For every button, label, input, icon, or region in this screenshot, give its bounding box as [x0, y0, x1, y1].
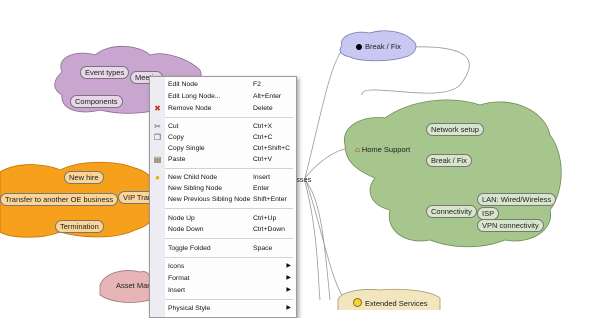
node-break-fix-inner[interactable]: Break / Fix: [426, 154, 472, 167]
menu-item-new-previous-sibling-node[interactable]: New Previous Sibling Node Shift+Enter: [150, 194, 296, 205]
submenu-arrow-icon: ▶: [286, 287, 291, 293]
node-extended-services[interactable]: Extended Services: [349, 297, 432, 309]
menu-item-label: Icons: [168, 263, 185, 270]
menu-item-label: Edit Node: [168, 81, 198, 88]
menu-item-icons[interactable]: Icons ▶: [150, 261, 296, 272]
menu-item-shortcut: Enter: [253, 185, 270, 192]
menu-item-node-up[interactable]: Node Up Ctrl+Up: [150, 213, 296, 224]
node-lan[interactable]: LAN: Wired/Wireless: [477, 193, 557, 206]
center-node-partial[interactable]: sses: [296, 175, 311, 184]
menu-item-shortcut: Ctrl+C: [253, 134, 273, 141]
menu-item-insert[interactable]: Insert ▶: [150, 285, 296, 296]
menu-item-copy[interactable]: ❐ Copy Ctrl+C: [150, 132, 296, 143]
menu-item-label: Remove Node: [168, 105, 212, 112]
menu-item-shortcut: Delete: [253, 105, 273, 112]
node-network-setup[interactable]: Network setup: [426, 123, 484, 136]
menu-item-label: Toggle Folded: [168, 245, 211, 252]
remove-icon: ✖: [154, 104, 161, 113]
submenu-arrow-icon: ▶: [286, 275, 291, 281]
menu-separator: [165, 117, 293, 118]
menu-item-toggle-folded[interactable]: Toggle Folded Space: [150, 243, 296, 254]
smiley-icon: [353, 298, 362, 307]
menu-item-label: New Child Node: [168, 174, 218, 181]
menu-item-shortcut: Ctrl+Down: [253, 226, 285, 233]
node-transfer[interactable]: Transfer to another OE business: [0, 193, 119, 206]
copy-icon: ❐: [153, 133, 162, 142]
menu-item-shortcut: Ctrl+Shift+C: [253, 145, 291, 152]
menu-item-shortcut: Space: [253, 245, 273, 252]
menu-separator: [165, 208, 293, 209]
menu-item-edit-long-node[interactable]: Edit Long Node... Alt+Enter: [150, 91, 296, 102]
mindmap-canvas[interactable]: [0, 0, 600, 310]
node-break-fix-top[interactable]: Break / Fix: [352, 41, 405, 52]
submenu-arrow-icon: ▶: [286, 263, 291, 269]
menu-item-remove-node[interactable]: ✖ Remove Node Delete: [150, 103, 296, 114]
menu-item-cut[interactable]: ✂ Cut Ctrl+X: [150, 121, 296, 132]
menu-item-label: Paste: [168, 156, 186, 163]
menu-item-format[interactable]: Format ▶: [150, 273, 296, 284]
paste-icon: ▤: [153, 155, 162, 164]
menu-item-shortcut: Ctrl+X: [253, 123, 273, 130]
menu-item-paste[interactable]: ▤ Paste Ctrl+V: [150, 154, 296, 165]
menu-separator: [165, 257, 293, 258]
node-connectivity[interactable]: Connectivity: [426, 205, 477, 218]
menu-item-copy-single[interactable]: Copy Single Ctrl+Shift+C: [150, 143, 296, 154]
scissors-icon: ✂: [154, 122, 161, 131]
menu-item-label: Copy Single: [168, 145, 205, 152]
menu-item-edit-node[interactable]: Edit Node F2: [150, 79, 296, 90]
extended-services-label: Extended Services: [365, 299, 428, 308]
menu-item-label: New Previous Sibling Node: [168, 196, 251, 203]
break-fix-label: Break / Fix: [365, 42, 401, 51]
node-event-types[interactable]: Event types: [80, 66, 130, 79]
menu-item-shortcut: Shift+Enter: [253, 196, 287, 203]
submenu-arrow-icon: ▶: [286, 305, 291, 311]
menu-separator: [165, 168, 293, 169]
menu-item-shortcut: Insert: [253, 174, 270, 181]
menu-item-shortcut: Alt+Enter: [253, 93, 282, 100]
context-menu[interactable]: Edit Node F2 Edit Long Node... Alt+Enter…: [149, 76, 297, 318]
menu-item-label: New Sibling Node: [168, 185, 223, 192]
menu-item-label: Copy: [168, 134, 184, 141]
menu-item-label: Edit Long Node...: [168, 93, 221, 100]
menu-item-shortcut: Ctrl+Up: [253, 215, 277, 222]
menu-item-label: Insert: [168, 287, 185, 294]
node-components[interactable]: Components: [70, 95, 123, 108]
menu-item-label: Node Up: [168, 215, 195, 222]
menu-item-physical-style[interactable]: Physical Style ▶: [150, 303, 296, 314]
house-icon: ⌂: [355, 145, 360, 154]
menu-item-label: Format: [168, 275, 190, 282]
menu-item-shortcut: Ctrl+V: [253, 156, 273, 163]
node-new-hire[interactable]: New hire: [64, 171, 104, 184]
menu-item-shortcut: F2: [253, 81, 261, 88]
menu-item-label: Physical Style: [168, 305, 211, 312]
node-termination[interactable]: Termination: [55, 220, 104, 233]
home-support-label: Home Support: [361, 145, 411, 154]
menu-separator: [165, 238, 293, 239]
menu-item-label: Cut: [168, 123, 179, 130]
bulb-icon: ●: [155, 173, 160, 182]
node-vpn[interactable]: VPN connectivity: [477, 219, 544, 232]
menu-item-new-child-node[interactable]: ● New Child Node Insert: [150, 172, 296, 183]
menu-item-new-sibling-node[interactable]: New Sibling Node Enter: [150, 183, 296, 194]
menu-item-label: Node Down: [168, 226, 204, 233]
black-circle-icon: [356, 44, 362, 50]
menu-separator: [165, 299, 293, 300]
menu-item-node-down[interactable]: Node Down Ctrl+Down: [150, 224, 296, 235]
node-home-support[interactable]: ⌂ Home Support: [351, 144, 414, 155]
